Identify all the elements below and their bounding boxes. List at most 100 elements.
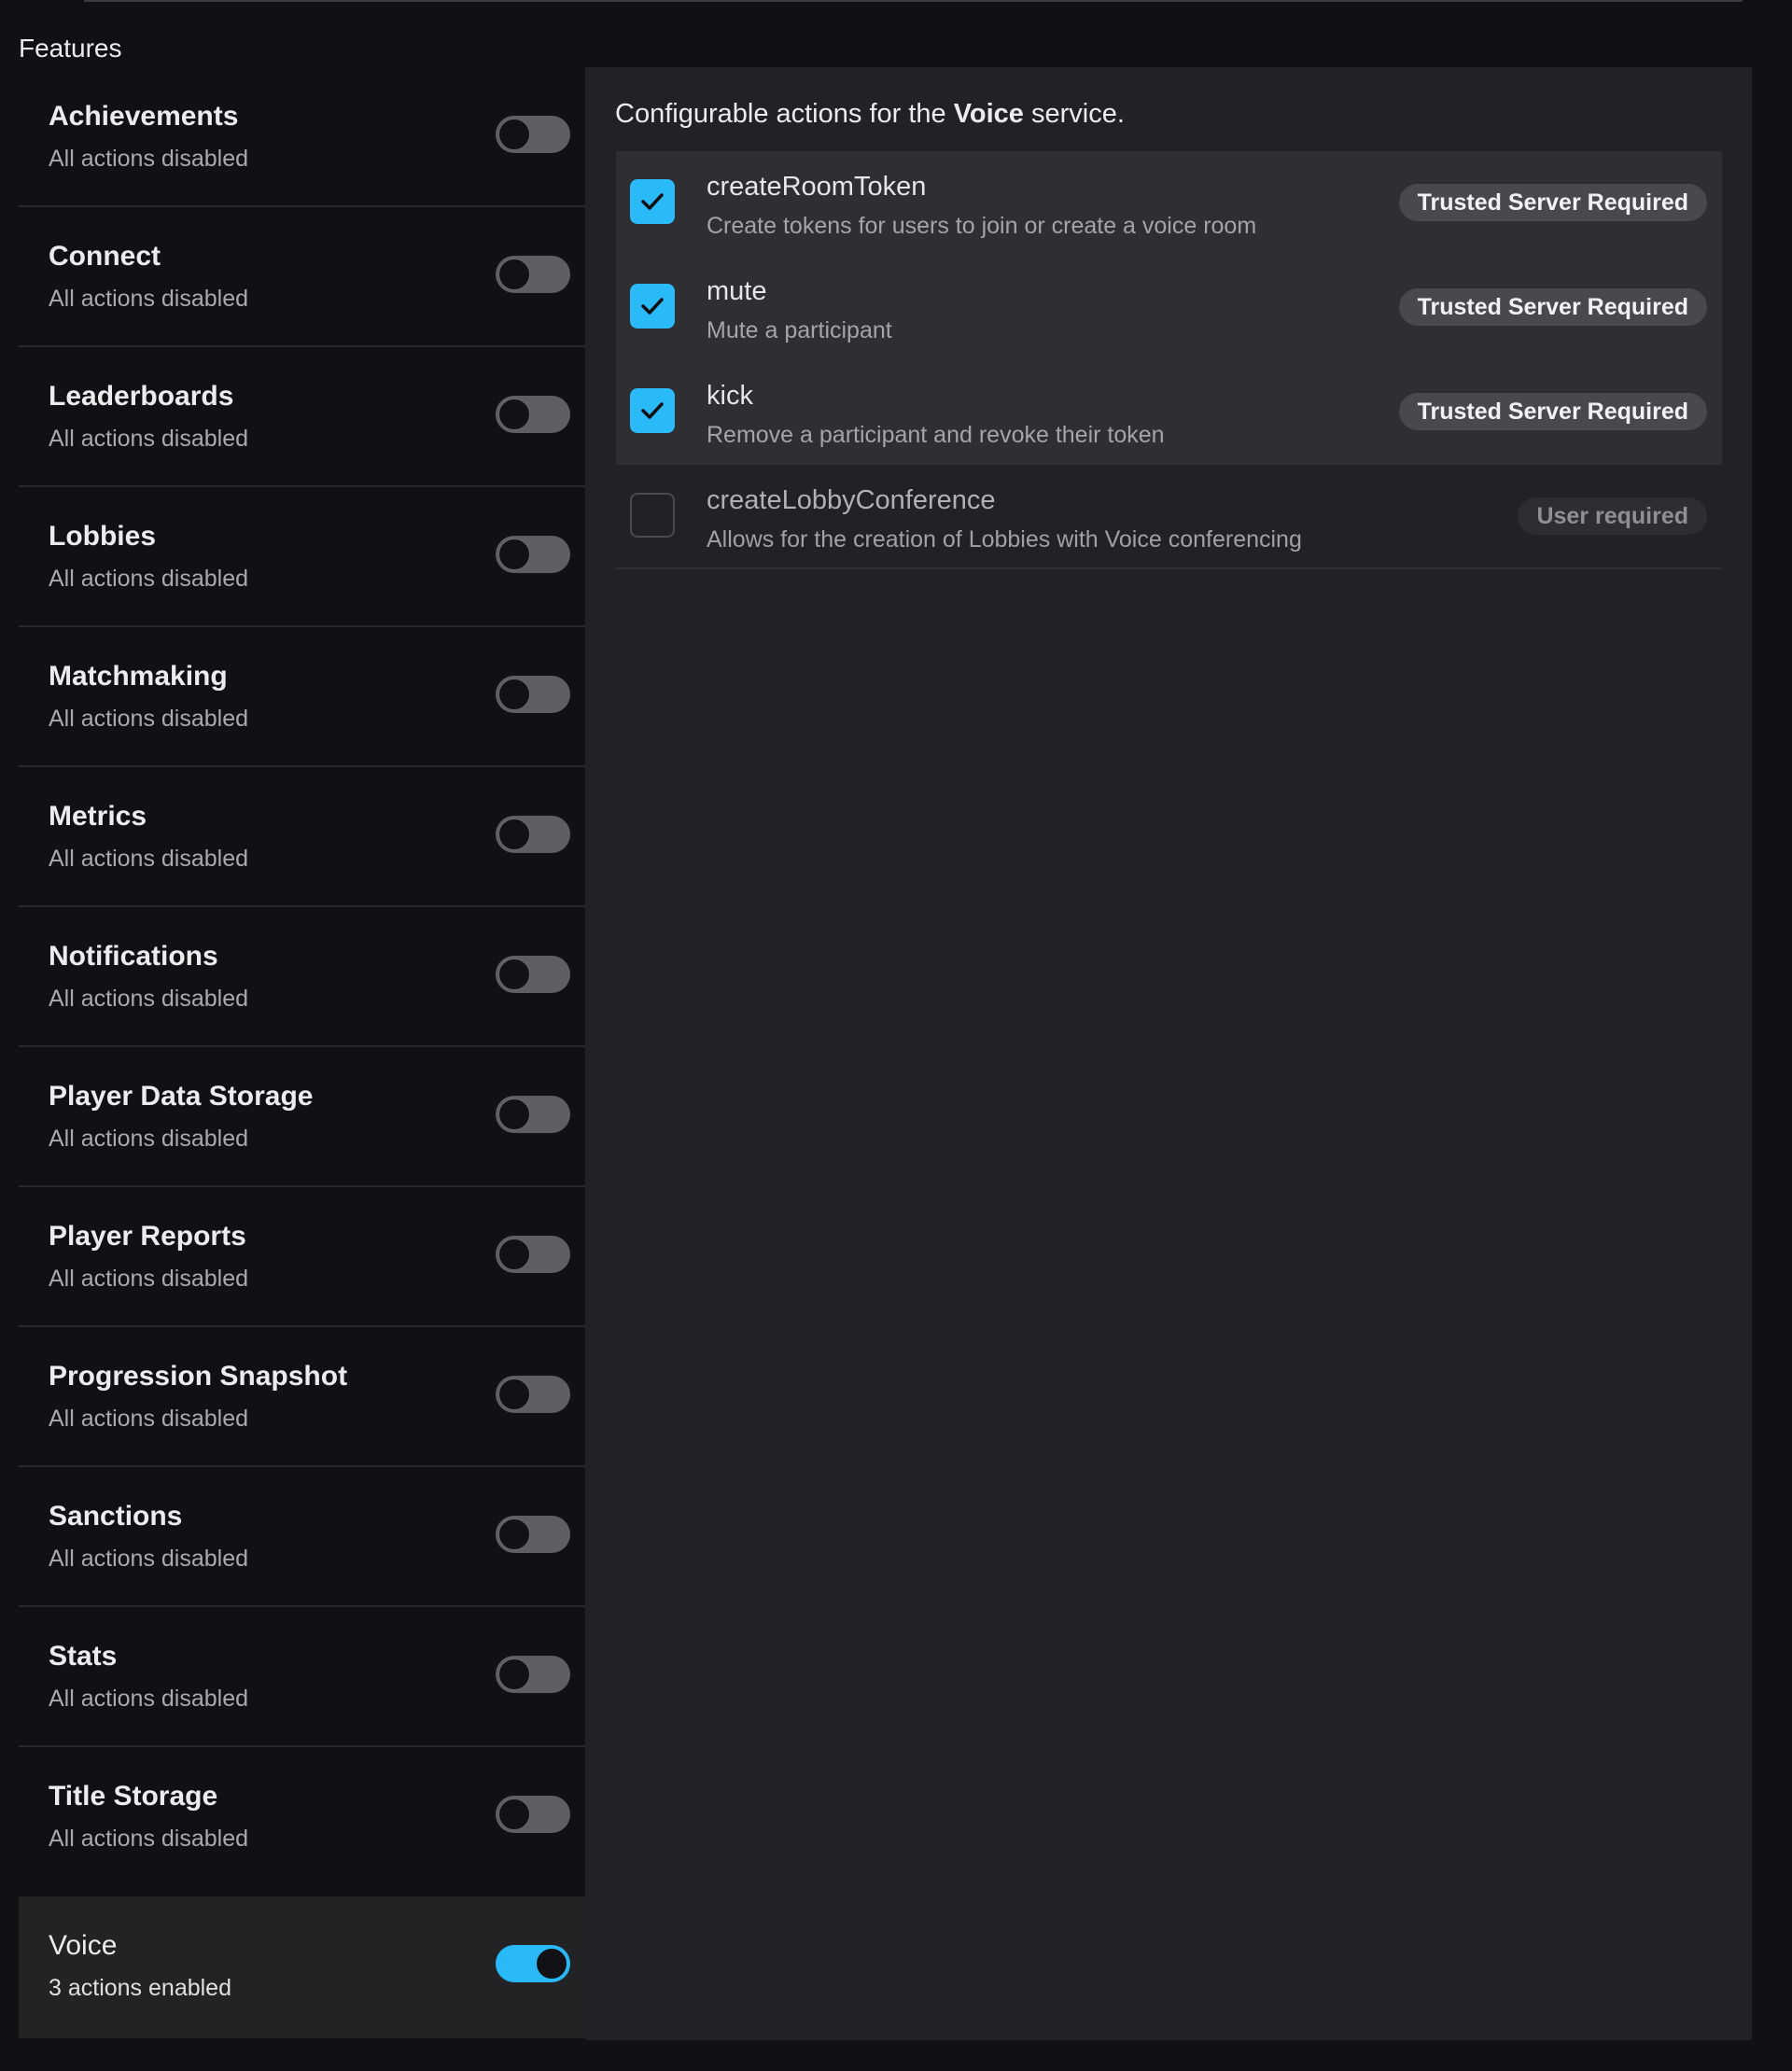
features-heading: Features <box>19 34 122 63</box>
requirement-badge: Trusted Server Required <box>1398 393 1707 430</box>
feature-status: All actions disabled <box>49 146 249 172</box>
feature-toggle[interactable] <box>496 1096 570 1133</box>
toggle-knob <box>498 259 530 290</box>
action-name: createRoomToken <box>707 172 927 202</box>
feature-status: All actions disabled <box>49 846 249 872</box>
feature-item-title-storage[interactable]: Title Storage All actions disabled <box>19 1747 585 1887</box>
action-checkbox[interactable] <box>630 179 675 224</box>
action-checkbox[interactable] <box>630 284 675 329</box>
feature-status: All actions disabled <box>49 706 249 732</box>
action-name: createLobbyConference <box>707 485 996 515</box>
feature-name: Player Reports <box>49 1221 246 1252</box>
feature-item-player-reports[interactable]: Player Reports All actions disabled <box>19 1187 585 1327</box>
action-description: Remove a participant and revoke their to… <box>707 422 1165 448</box>
requirement-badge: Trusted Server Required <box>1398 288 1707 326</box>
feature-name: Achievements <box>49 101 239 132</box>
feature-item-lobbies[interactable]: Lobbies All actions disabled <box>19 487 585 627</box>
feature-toggle[interactable] <box>496 1656 570 1693</box>
feature-status: All actions disabled <box>49 986 249 1012</box>
row-divider <box>616 567 1722 569</box>
feature-name: Player Data Storage <box>49 1081 314 1112</box>
feature-name: Voice <box>49 1930 118 1961</box>
feature-status: All actions disabled <box>49 286 249 312</box>
feature-status: All actions disabled <box>49 426 249 452</box>
action-description: Allows for the creation of Lobbies with … <box>707 526 1302 553</box>
toggle-knob <box>498 539 530 570</box>
action-checkbox[interactable] <box>630 493 675 538</box>
feature-toggle[interactable] <box>496 256 570 293</box>
feature-item-metrics[interactable]: Metrics All actions disabled <box>19 767 585 907</box>
feature-toggle[interactable] <box>496 116 570 153</box>
toggle-knob <box>498 119 530 150</box>
feature-status: All actions disabled <box>49 1126 249 1152</box>
feature-toggle[interactable] <box>496 1945 570 1982</box>
feature-item-voice[interactable]: Voice 3 actions enabled <box>19 1896 585 2038</box>
action-row-createLobbyConference: createLobbyConference Allows for the crea… <box>616 465 1722 569</box>
action-row-createRoomToken: createRoomToken Create tokens for users t… <box>616 151 1722 256</box>
action-description: Create tokens for users to join or creat… <box>707 213 1257 239</box>
feature-status: All actions disabled <box>49 566 249 592</box>
feature-status: All actions disabled <box>49 1546 249 1572</box>
feature-name: Notifications <box>49 941 218 972</box>
feature-status: 3 actions enabled <box>49 1975 231 2001</box>
feature-item-matchmaking[interactable]: Matchmaking All actions disabled <box>19 627 585 767</box>
action-row-mute: mute Mute a participant Trusted Server Req… <box>616 256 1722 360</box>
checkmark-icon <box>641 298 664 315</box>
feature-name: Matchmaking <box>49 661 228 692</box>
toggle-knob <box>498 399 530 430</box>
heading-prefix: Configurable actions for the <box>615 99 954 129</box>
feature-name: Lobbies <box>49 521 157 552</box>
feature-item-sanctions[interactable]: Sanctions All actions disabled <box>19 1467 585 1607</box>
toggle-knob <box>498 1798 530 1830</box>
features-sidebar: Achievements All actions disabled Connect A… <box>19 67 585 2038</box>
feature-item-achievements[interactable]: Achievements All actions disabled <box>19 67 585 207</box>
checkmark-icon <box>641 402 664 419</box>
toggle-knob <box>498 679 530 710</box>
feature-name: Metrics <box>49 801 147 832</box>
feature-toggle[interactable] <box>496 1796 570 1833</box>
feature-status: All actions disabled <box>49 1266 249 1292</box>
toggle-knob <box>498 1098 530 1130</box>
feature-name: Title Storage <box>49 1781 218 1812</box>
toggle-knob <box>498 1238 530 1270</box>
feature-toggle[interactable] <box>496 1516 570 1553</box>
feature-name: Sanctions <box>49 1501 183 1532</box>
toggle-knob <box>498 959 530 990</box>
action-name: mute <box>707 276 767 306</box>
top-divider <box>84 0 1743 2</box>
feature-item-connect[interactable]: Connect All actions disabled <box>19 207 585 347</box>
action-row-kick: kick Remove a participant and revoke thei… <box>616 360 1722 465</box>
feature-toggle[interactable] <box>496 816 570 853</box>
feature-toggle[interactable] <box>496 1236 570 1273</box>
checkmark-icon <box>641 193 664 210</box>
feature-toggle[interactable] <box>496 956 570 993</box>
feature-toggle[interactable] <box>496 536 570 573</box>
action-name: kick <box>707 381 753 411</box>
toggle-knob <box>536 1948 567 1980</box>
action-checkbox[interactable] <box>630 388 675 433</box>
feature-status: All actions disabled <box>49 1826 249 1852</box>
feature-toggle[interactable] <box>496 396 570 433</box>
actions-panel: Configurable actions for the Voice servi… <box>585 67 1752 2040</box>
feature-item-notifications[interactable]: Notifications All actions disabled <box>19 907 585 1047</box>
toggle-knob <box>498 819 530 850</box>
feature-toggle[interactable] <box>496 1376 570 1413</box>
feature-toggle[interactable] <box>496 676 570 713</box>
feature-item-stats[interactable]: Stats All actions disabled <box>19 1607 585 1747</box>
feature-status: All actions disabled <box>49 1686 249 1712</box>
heading-suffix: service. <box>1023 99 1125 129</box>
feature-name: Connect <box>49 241 161 272</box>
feature-status: All actions disabled <box>49 1406 249 1432</box>
action-description: Mute a participant <box>707 317 892 343</box>
feature-item-player-data-storage[interactable]: Player Data Storage All actions disabled <box>19 1047 585 1187</box>
requirement-badge: Trusted Server Required <box>1398 184 1707 221</box>
heading-service: Voice <box>953 99 1024 129</box>
requirement-badge: User required <box>1518 497 1707 535</box>
feature-name: Stats <box>49 1641 118 1672</box>
feature-name: Leaderboards <box>49 381 234 412</box>
toggle-knob <box>498 1518 530 1550</box>
feature-item-progression-snapshot[interactable]: Progression Snapshot All actions disabled <box>19 1327 585 1467</box>
feature-item-leaderboards[interactable]: Leaderboards All actions disabled <box>19 347 585 487</box>
toggle-knob <box>498 1658 530 1690</box>
feature-name: Progression Snapshot <box>49 1361 348 1392</box>
